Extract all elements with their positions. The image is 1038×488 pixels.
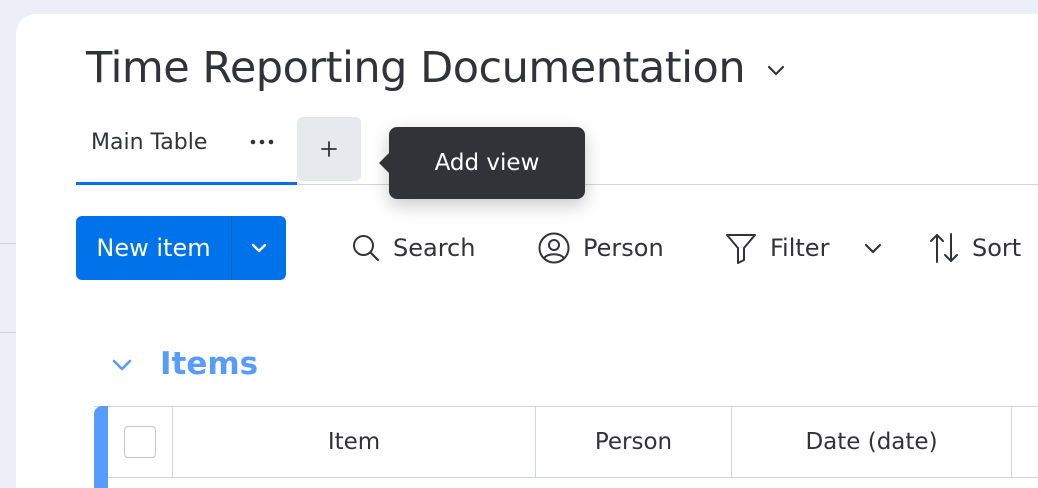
group-color-bar (94, 406, 108, 488)
add-view-tooltip: Add view (379, 127, 585, 199)
tooltip-text: Add view (434, 150, 540, 176)
plus-icon (321, 141, 337, 157)
new-item-dropdown[interactable] (232, 216, 286, 280)
search-button[interactable]: Search (351, 216, 475, 280)
search-icon (353, 235, 380, 262)
column-header-item[interactable]: Item (173, 407, 536, 477)
sort-label: Sort (972, 234, 1022, 262)
chevron-down-icon[interactable] (108, 350, 136, 378)
person-label: Person (583, 234, 664, 262)
sort-icon (930, 233, 958, 263)
board-toolbar: New item Search Person Filter Sort (76, 216, 1038, 280)
new-item-button[interactable]: New item (76, 216, 232, 280)
tab-main-table[interactable]: Main Table (76, 116, 297, 185)
chevron-down-icon (251, 243, 267, 253)
chevron-down-icon[interactable] (765, 59, 787, 81)
person-filter-button[interactable]: Person (537, 216, 664, 280)
column-header-person[interactable]: Person (536, 407, 732, 477)
select-all-cell (108, 407, 173, 477)
group-title[interactable]: Items (160, 346, 258, 382)
sort-button[interactable]: Sort (928, 216, 1021, 280)
more-horizontal-icon[interactable] (247, 128, 277, 156)
filter-icon (726, 234, 756, 264)
filter-button[interactable]: Filter (724, 216, 829, 280)
add-view-button[interactable] (297, 117, 361, 181)
board-title[interactable]: Time Reporting Documentation (86, 43, 746, 93)
tab-label: Main Table (91, 130, 208, 155)
filter-label: Filter (770, 234, 830, 262)
person-icon (538, 232, 570, 264)
table-header-row: Item Person Date (date) (108, 407, 1038, 478)
chevron-down-icon (864, 243, 882, 254)
items-table: Item Person Date (date) (94, 406, 1038, 488)
rail-divider (0, 243, 16, 244)
board-header: Time Reporting Documentation (86, 43, 787, 93)
group-header: Items (108, 340, 258, 388)
rail-divider (0, 332, 16, 333)
select-all-checkbox[interactable] (124, 426, 156, 458)
left-rail (0, 0, 16, 488)
filter-dropdown[interactable] (862, 216, 896, 280)
search-label: Search (393, 234, 476, 262)
new-item-split-button: New item (76, 216, 286, 280)
column-header-date[interactable]: Date (date) (732, 407, 1012, 477)
app-window: Time Reporting Documentation Main Table (0, 0, 1038, 488)
